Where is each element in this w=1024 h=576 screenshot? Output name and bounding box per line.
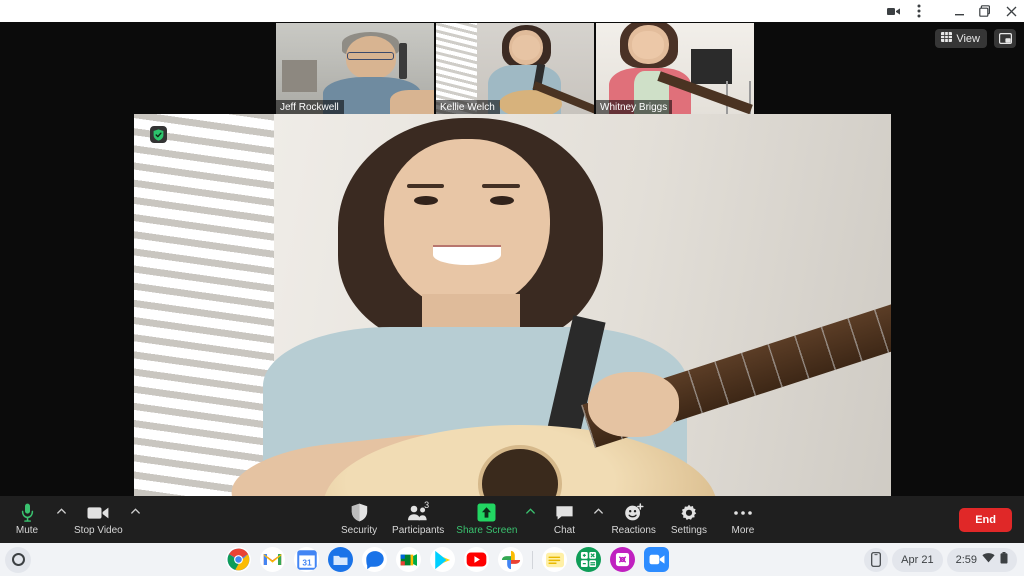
- share-screen-options-chevron-up-icon[interactable]: [523, 498, 537, 542]
- wifi-icon: [982, 553, 995, 566]
- camera-status-icon[interactable]: [880, 0, 906, 22]
- window-title-bar: [0, 0, 1024, 22]
- thumb-person-arm: [389, 89, 434, 116]
- thumb-background-shelf: [282, 60, 318, 92]
- tray-time: 2:59: [955, 553, 977, 566]
- status-tray-button[interactable]: 2:59: [946, 547, 1017, 572]
- view-button-label: View: [956, 32, 980, 45]
- security-label: Security: [340, 524, 378, 536]
- security-button[interactable]: Security: [332, 498, 386, 542]
- maximize-button[interactable]: [972, 0, 998, 22]
- thumb-background-mic: [399, 43, 408, 79]
- shelf-app-sketch[interactable]: [610, 547, 636, 572]
- gear-icon: [680, 503, 698, 523]
- reactions-button[interactable]: Reactions: [605, 498, 661, 542]
- window-more-menu-button[interactable]: [906, 0, 932, 22]
- participant-thumbnail-strip: Jeff Rockwell Kellie Welch Whitney Brigg…: [276, 23, 754, 116]
- shelf-app-play-store[interactable]: [430, 547, 456, 572]
- participants-count-badge: 3: [424, 499, 430, 510]
- chat-bubble-icon: [555, 503, 574, 523]
- speaker-face: [383, 138, 551, 311]
- shelf-app-photos[interactable]: [498, 547, 524, 572]
- system-tray: Apr 21 2:59: [864, 547, 1017, 572]
- share-screen-label: Share Screen: [456, 524, 518, 536]
- shield-check-icon[interactable]: [150, 126, 167, 143]
- thumbnail-jeff-rockwell[interactable]: Jeff Rockwell: [276, 23, 434, 116]
- thumb-background-panel: [690, 49, 732, 85]
- speaker-eye-right: [489, 195, 514, 205]
- zoom-meeting-window: View Jeff Rockwell Kellie Welch Whitney …: [0, 22, 1024, 543]
- smiley-plus-icon: [624, 503, 644, 523]
- share-screen-controls: Share Screen: [450, 498, 537, 542]
- participants-label: Participants: [392, 524, 445, 536]
- chat-controls: Chat: [537, 498, 605, 542]
- shelf-app-files[interactable]: [328, 547, 354, 572]
- thumbnail-whitney-briggs[interactable]: Whitney Briggs: [596, 23, 754, 116]
- thumb-person-glasses: [347, 51, 395, 61]
- mute-button[interactable]: Mute: [0, 498, 54, 542]
- audio-options-chevron-up-icon[interactable]: [54, 498, 68, 542]
- thumbnail-kellie-welch[interactable]: Kellie Welch: [436, 23, 594, 116]
- thumb-person-face: [511, 35, 541, 61]
- participants-button[interactable]: 3 Participants: [386, 498, 450, 542]
- minimize-button[interactable]: [946, 0, 972, 22]
- view-controls: View: [935, 29, 1016, 48]
- date-tray-button[interactable]: Apr 21: [892, 547, 943, 572]
- close-button[interactable]: [998, 0, 1024, 22]
- shelf-app-youtube[interactable]: [464, 547, 490, 572]
- grid-icon: [941, 32, 953, 45]
- shelf-app-gmail[interactable]: [260, 547, 286, 572]
- shelf-app-list: 31: [226, 547, 670, 572]
- end-meeting-button[interactable]: End: [959, 507, 1012, 532]
- more-button[interactable]: More: [716, 498, 770, 542]
- audio-controls: Mute: [0, 498, 68, 542]
- tray-date: Apr 21: [901, 553, 934, 566]
- thumb-person-face: [632, 31, 664, 60]
- shield-icon: [351, 503, 368, 523]
- reactions-label: Reactions: [611, 524, 656, 536]
- settings-label: Settings: [670, 524, 707, 536]
- launcher-ring: [11, 553, 25, 566]
- chat-label: Chat: [553, 524, 576, 536]
- chromeos-shelf: 31 Apr 21 2:59: [0, 543, 1024, 576]
- shelf-separator: [532, 550, 534, 569]
- meeting-toolbar: Mute Stop Video Security 3 Participants …: [0, 496, 1024, 543]
- ellipsis-icon: [733, 503, 753, 523]
- shelf-app-chrome[interactable]: [226, 547, 252, 572]
- up-arrow-icon: [477, 503, 496, 523]
- share-screen-button[interactable]: Share Screen: [450, 498, 523, 542]
- launcher-circle-icon[interactable]: [5, 546, 31, 573]
- settings-button[interactable]: Settings: [662, 498, 716, 542]
- phone-hub-icon[interactable]: [864, 547, 889, 572]
- chat-button[interactable]: Chat: [537, 498, 591, 542]
- stop-video-button[interactable]: Stop Video: [68, 498, 129, 542]
- speaker-fretting-hand: [588, 371, 680, 438]
- shelf-app-calendar[interactable]: 31: [294, 547, 320, 572]
- speaker-eyebrow-right: [482, 183, 521, 189]
- picture-in-picture-icon[interactable]: [994, 29, 1016, 48]
- speaker-eyebrow-left: [406, 183, 445, 189]
- shelf-app-meet[interactable]: [396, 547, 422, 572]
- view-button[interactable]: View: [935, 29, 987, 48]
- screen: View Jeff Rockwell Kellie Welch Whitney …: [0, 0, 1024, 576]
- shelf-app-zoom[interactable]: [644, 547, 670, 572]
- mute-label: Mute: [15, 524, 39, 536]
- svg-text:31: 31: [302, 557, 312, 567]
- shelf-app-messages[interactable]: [362, 547, 388, 572]
- more-label: More: [731, 524, 755, 536]
- microphone-icon: [21, 503, 34, 523]
- video-options-chevron-up-icon[interactable]: [129, 498, 143, 542]
- background-window-blinds: [134, 114, 275, 523]
- battery-icon: [1000, 552, 1008, 567]
- video-camera-icon: [87, 503, 109, 523]
- speaker-eye-left: [414, 195, 439, 205]
- chat-options-chevron-up-icon[interactable]: [591, 498, 605, 542]
- shelf-app-calculator[interactable]: [576, 547, 602, 572]
- active-speaker-video[interactable]: Kellie Welch: [134, 114, 891, 523]
- stop-video-label: Stop Video: [74, 524, 123, 536]
- video-controls: Stop Video: [68, 498, 143, 542]
- titlebar-gap: [932, 11, 946, 12]
- shelf-app-keep[interactable]: [542, 547, 568, 572]
